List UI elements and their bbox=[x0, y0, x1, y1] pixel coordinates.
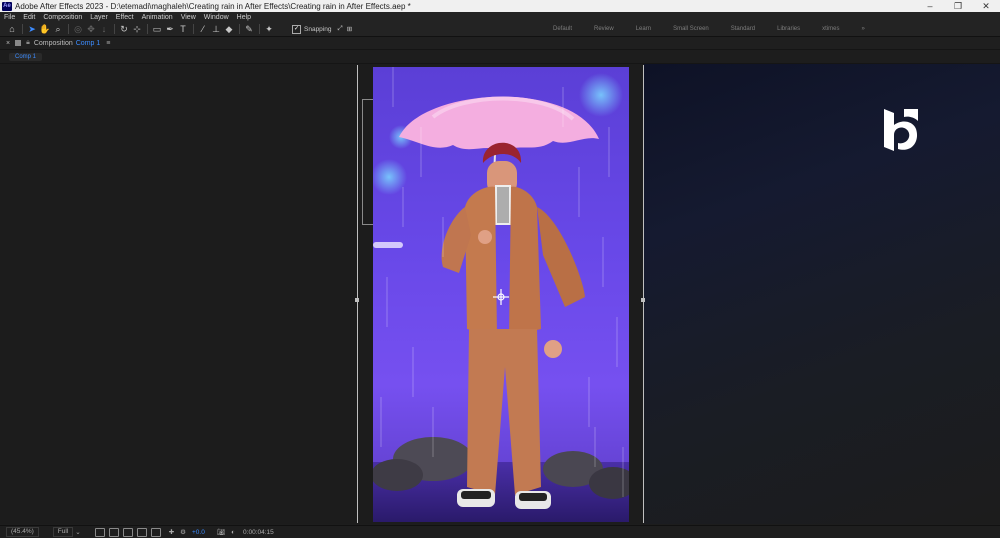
menu-composition[interactable]: Composition bbox=[43, 14, 82, 21]
snapping-checkbox[interactable]: ✓ bbox=[292, 24, 301, 34]
dolly-camera-icon[interactable]: ↓ bbox=[98, 23, 110, 35]
anchor-point-icon[interactable]: ⊹ bbox=[131, 23, 143, 35]
workspace-standard[interactable]: Standard bbox=[731, 26, 755, 32]
minimize-button[interactable]: – bbox=[916, 1, 944, 12]
toolbar-divider bbox=[259, 24, 260, 34]
composition-panel-header: × 🔒︎ Composition Comp 1 ≡ bbox=[0, 37, 1000, 50]
title-bar: Ae Adobe After Effects 2023 - D:\etemadi… bbox=[0, 0, 1000, 12]
brand-logo bbox=[884, 109, 918, 151]
menu-bar: File Edit Composition Layer Effect Anima… bbox=[0, 12, 1000, 22]
composition-viewer[interactable] bbox=[0, 64, 1000, 524]
toolbar-divider bbox=[193, 24, 194, 34]
guide-bracket bbox=[362, 99, 373, 225]
toolbar-divider bbox=[68, 24, 69, 34]
menu-file[interactable]: File bbox=[4, 14, 15, 21]
menu-effect[interactable]: Effect bbox=[116, 14, 134, 21]
comp-tab-bar: Comp 1 bbox=[0, 51, 1000, 64]
toolbar-divider bbox=[114, 24, 115, 34]
menu-animation[interactable]: Animation bbox=[142, 14, 173, 21]
toolbar-divider bbox=[22, 24, 23, 34]
pen-icon[interactable]: ✒ bbox=[164, 23, 176, 35]
workspace-libraries[interactable]: Libraries bbox=[777, 26, 800, 32]
menu-window[interactable]: Window bbox=[204, 14, 229, 21]
type-icon[interactable]: T bbox=[177, 23, 189, 35]
transform-handle-left[interactable] bbox=[355, 298, 359, 302]
zoom-icon[interactable]: ⌕ bbox=[52, 23, 64, 35]
toolbar-divider bbox=[239, 24, 240, 34]
close-panel-icon[interactable]: × bbox=[6, 40, 10, 47]
viewer-status-bar: (45.4%) Full ⌄ ✚ ⚙ +0.0 📷︎ ◐ 0:00:04:15 bbox=[0, 525, 1000, 538]
snap-options-icon[interactable]: ⤢ bbox=[337, 25, 342, 33]
transparency-grid-icon[interactable] bbox=[108, 527, 119, 537]
workspace-xtimes[interactable]: xtimes bbox=[822, 26, 839, 32]
menu-layer[interactable]: Layer bbox=[90, 14, 108, 21]
exposure-reset-icon[interactable]: ⚙ bbox=[180, 528, 186, 536]
tools-toolbar: ⌂ ➤ ✋ ⌕ ◎ ✥ ↓ ↻ ⊹ ▭ ✒ T ⁄ ⊥ ◆ ✎ ✦ ✓ Snap… bbox=[0, 22, 1000, 37]
brush-icon[interactable]: ⁄ bbox=[197, 23, 209, 35]
pan-camera-icon[interactable]: ✥ bbox=[85, 23, 97, 35]
scene-illustration bbox=[373, 67, 629, 522]
selection-arrow-icon[interactable]: ➤ bbox=[26, 23, 38, 35]
window-title: Adobe After Effects 2023 - D:\etemadi\ma… bbox=[15, 1, 411, 11]
orbit-camera-icon[interactable]: ◎ bbox=[72, 23, 84, 35]
region-of-interest-icon[interactable] bbox=[136, 527, 147, 537]
roto-brush-icon[interactable]: ✎ bbox=[243, 23, 255, 35]
resolution-dropdown[interactable]: Full ⌄ bbox=[52, 527, 81, 537]
color-channel-icon[interactable]: ✚ bbox=[169, 528, 174, 536]
home-icon[interactable]: ⌂ bbox=[6, 23, 18, 35]
menu-edit[interactable]: Edit bbox=[23, 14, 35, 21]
hamburger-menu-icon[interactable]: ≡ bbox=[106, 40, 110, 47]
workspace-overflow-icon[interactable]: » bbox=[861, 26, 864, 32]
layer-bound-left bbox=[357, 65, 358, 523]
guides-icon[interactable] bbox=[150, 527, 161, 537]
composition-frame bbox=[373, 67, 629, 522]
show-snapshot-icon[interactable]: ◐ bbox=[231, 529, 235, 536]
toolbar-divider bbox=[147, 24, 148, 34]
pasteboard-right bbox=[644, 64, 1000, 524]
clone-stamp-icon[interactable]: ⊥ bbox=[210, 23, 222, 35]
rectangle-icon[interactable]: ▭ bbox=[151, 23, 163, 35]
workspace-default[interactable]: Default bbox=[553, 26, 572, 32]
menu-help[interactable]: Help bbox=[237, 14, 251, 21]
panel-menu-icon[interactable] bbox=[15, 40, 22, 46]
hand-icon[interactable]: ✋ bbox=[39, 23, 51, 35]
current-time[interactable]: 0:00:04:15 bbox=[243, 529, 274, 536]
exposure-value[interactable]: +0.0 bbox=[192, 529, 205, 536]
mask-visibility-icon[interactable] bbox=[122, 527, 133, 537]
fast-previews-icon[interactable] bbox=[94, 527, 105, 537]
puppet-pin-icon[interactable]: ✦ bbox=[263, 23, 275, 35]
window-controls: – ❐ ✕ bbox=[916, 1, 1000, 12]
menu-view[interactable]: View bbox=[181, 14, 196, 21]
workspace-review[interactable]: Review bbox=[594, 26, 614, 32]
after-effects-app-icon: Ae bbox=[2, 1, 12, 11]
workspace-switcher: Default Review Learn Small Screen Standa… bbox=[553, 22, 887, 36]
workspace-small-screen[interactable]: Small Screen bbox=[673, 26, 709, 32]
layer-bound-right bbox=[643, 65, 644, 523]
zoom-dropdown[interactable]: (45.4%) bbox=[6, 527, 39, 537]
snapping-toggle[interactable]: ✓ Snapping ⤢ ⊞ bbox=[292, 24, 352, 34]
tab-comp-1[interactable]: Comp 1 bbox=[9, 53, 43, 61]
comp-name-dropdown[interactable]: Comp 1 bbox=[76, 40, 101, 47]
transform-handle-right[interactable] bbox=[641, 298, 645, 302]
snapping-label: Snapping bbox=[304, 25, 332, 33]
snap-grid-icon[interactable]: ⊞ bbox=[347, 25, 352, 33]
panel-label: Composition bbox=[33, 39, 73, 47]
snapshot-camera-icon[interactable]: 📷︎ bbox=[217, 528, 225, 536]
maximize-button[interactable]: ❐ bbox=[944, 1, 972, 12]
close-window-button[interactable]: ✕ bbox=[972, 1, 1000, 12]
lock-icon[interactable]: 🔒︎ bbox=[26, 39, 30, 47]
rotation-icon[interactable]: ↻ bbox=[118, 23, 130, 35]
eraser-icon[interactable]: ◆ bbox=[223, 23, 235, 35]
workspace-learn[interactable]: Learn bbox=[636, 26, 651, 32]
chevron-down-icon: ⌄ bbox=[75, 529, 81, 536]
